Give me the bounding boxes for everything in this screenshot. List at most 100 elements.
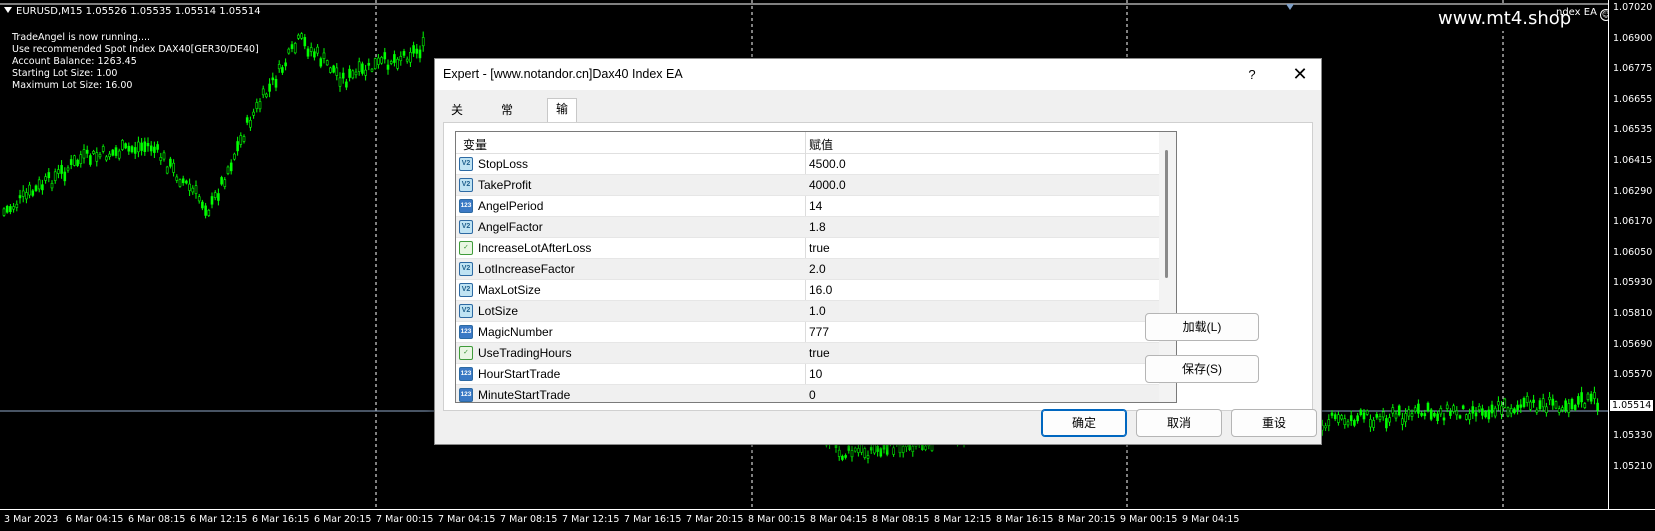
param-row-lotincreasefactor[interactable]: V2 LotIncreaseFactor 2.0 xyxy=(456,259,1159,280)
candle-body xyxy=(105,156,108,161)
time-tick-label: 6 Mar 08:15 xyxy=(128,514,186,525)
candle-body xyxy=(92,150,95,154)
candle-body xyxy=(1596,402,1599,411)
int-type-icon: 123 xyxy=(459,367,473,381)
param-row-magicnumber[interactable]: 123 MagicNumber 777 xyxy=(456,322,1159,343)
candle-body xyxy=(1436,413,1439,421)
param-value[interactable]: 0 xyxy=(809,388,816,402)
candle-body xyxy=(220,177,223,185)
param-value[interactable]: 10 xyxy=(809,367,822,381)
candle-body xyxy=(37,179,41,190)
candle-body xyxy=(210,196,214,205)
candle-body xyxy=(114,147,118,156)
candle-body xyxy=(1324,425,1327,429)
param-row-minutestarttrade[interactable]: 123 MinuteStartTrade 0 xyxy=(456,385,1159,402)
column-header-variable[interactable]: 变量 xyxy=(463,136,487,153)
candle-body xyxy=(1417,403,1420,414)
dialog-title-bar[interactable]: Expert - [www.notandor.cn]Dax40 Index EA… xyxy=(435,59,1321,90)
param-row-angelfactor[interactable]: V2 AngelFactor 1.8 xyxy=(456,217,1159,238)
column-header-value[interactable]: 赋值 xyxy=(809,136,833,153)
param-value[interactable]: 4000.0 xyxy=(809,178,846,192)
candle-body xyxy=(322,52,326,59)
candle-body xyxy=(373,58,377,69)
time-tick-label: 9 Mar 00:15 xyxy=(1120,514,1178,525)
param-value[interactable]: true xyxy=(809,241,830,255)
time-tick-label: 7 Mar 08:15 xyxy=(500,514,558,525)
candle-body xyxy=(255,102,259,109)
tab-common[interactable]: 常用 xyxy=(493,100,521,137)
candle-body xyxy=(405,58,409,62)
help-button[interactable]: ? xyxy=(1229,59,1275,90)
candle-body xyxy=(329,67,332,73)
price-axis: 1.07020 1.06900 1.06775 1.06655 1.06535 1.064… xyxy=(1608,0,1655,509)
cancel-button[interactable]: 取消 xyxy=(1136,409,1222,437)
param-row-maxlotsize[interactable]: V2 MaxLotSize 16.0 xyxy=(456,280,1159,301)
candle-body xyxy=(1433,413,1436,417)
candle-body xyxy=(236,141,239,152)
candle-body xyxy=(53,171,57,181)
time-tick-label: 8 Mar 08:15 xyxy=(872,514,930,525)
ea-status[interactable]: ndex EA ☺ xyxy=(1556,7,1613,21)
candle-body xyxy=(1362,412,1366,420)
candle-body xyxy=(866,455,870,459)
param-row-stoploss[interactable]: V2 StopLoss 4500.0 xyxy=(456,154,1159,175)
time-axis: 3 Mar 2023 6 Mar 04:15 6 Mar 08:15 6 Mar 12… xyxy=(0,509,1655,531)
candle-body xyxy=(1589,393,1593,402)
candle-body xyxy=(226,166,230,174)
time-tick-label: 6 Mar 16:15 xyxy=(252,514,310,525)
expert-properties-dialog: Expert - [www.notandor.cn]Dax40 Index EA… xyxy=(434,58,1322,445)
tab-inputs[interactable]: 输入参数 xyxy=(547,98,578,176)
candle-body xyxy=(367,62,371,66)
candle-body xyxy=(876,445,879,452)
param-value[interactable]: 1.0 xyxy=(809,304,826,318)
candle-body xyxy=(370,68,374,72)
candle-body xyxy=(869,446,873,451)
param-value[interactable]: 1.8 xyxy=(809,220,826,234)
reset-button[interactable]: 重设 xyxy=(1231,409,1317,437)
candle-body xyxy=(140,142,143,151)
candle-body xyxy=(1353,420,1356,426)
candle-body xyxy=(165,166,169,174)
param-row-increaselotafterloss[interactable]: ✓ IncreaseLotAfterLoss true xyxy=(456,238,1159,259)
param-name: AngelFactor xyxy=(478,220,543,234)
candle-body xyxy=(1423,413,1427,417)
candle-body xyxy=(50,183,54,189)
close-button[interactable]: ✕ xyxy=(1277,59,1323,90)
candle-body xyxy=(380,57,383,64)
candle-body xyxy=(1404,413,1407,423)
param-row-lotsize[interactable]: V2 LotSize 1.0 xyxy=(456,301,1159,322)
candle-body xyxy=(1497,401,1500,406)
candle-body xyxy=(309,47,313,52)
candle-body xyxy=(1487,409,1491,420)
candle-body xyxy=(393,54,396,63)
load-button[interactable]: 加载(L) xyxy=(1145,313,1259,341)
param-value[interactable]: 4500.0 xyxy=(809,157,846,171)
param-value[interactable]: 14 xyxy=(809,199,822,213)
dropdown-triangle-icon[interactable] xyxy=(4,7,12,13)
candle-body xyxy=(175,176,179,181)
candle-body xyxy=(274,78,278,88)
param-row-takeprofit[interactable]: V2 TakeProfit 4000.0 xyxy=(456,175,1159,196)
price-tick-label: 1.05210 xyxy=(1613,461,1653,472)
ok-button[interactable]: 确定 xyxy=(1041,409,1127,437)
param-row-usetradinghours[interactable]: ✓ UseTradingHours true xyxy=(456,343,1159,364)
price-tick-label: 1.05930 xyxy=(1613,277,1653,289)
param-value[interactable]: 16.0 xyxy=(809,283,832,297)
candle-body xyxy=(1343,418,1347,425)
param-value[interactable]: 2.0 xyxy=(809,262,826,276)
param-value[interactable]: 777 xyxy=(809,325,829,339)
tab-about[interactable]: 关于 xyxy=(443,100,471,137)
param-value[interactable]: true xyxy=(809,346,830,360)
candle-body xyxy=(153,146,156,153)
save-button[interactable]: 保存(S) xyxy=(1145,355,1259,383)
candle-body xyxy=(409,52,412,63)
param-row-angelperiod[interactable]: 123 AngelPeriod 14 xyxy=(456,196,1159,217)
candle-body xyxy=(1365,410,1369,415)
scrollbar-thumb[interactable] xyxy=(1165,150,1168,278)
candle-body xyxy=(1401,418,1404,425)
candle-body xyxy=(85,149,89,154)
param-row-hourstarttrade[interactable]: 123 HourStartTrade 10 xyxy=(456,364,1159,385)
candle-body xyxy=(1461,405,1465,409)
candle-body xyxy=(354,71,358,76)
candle-body xyxy=(383,52,387,60)
